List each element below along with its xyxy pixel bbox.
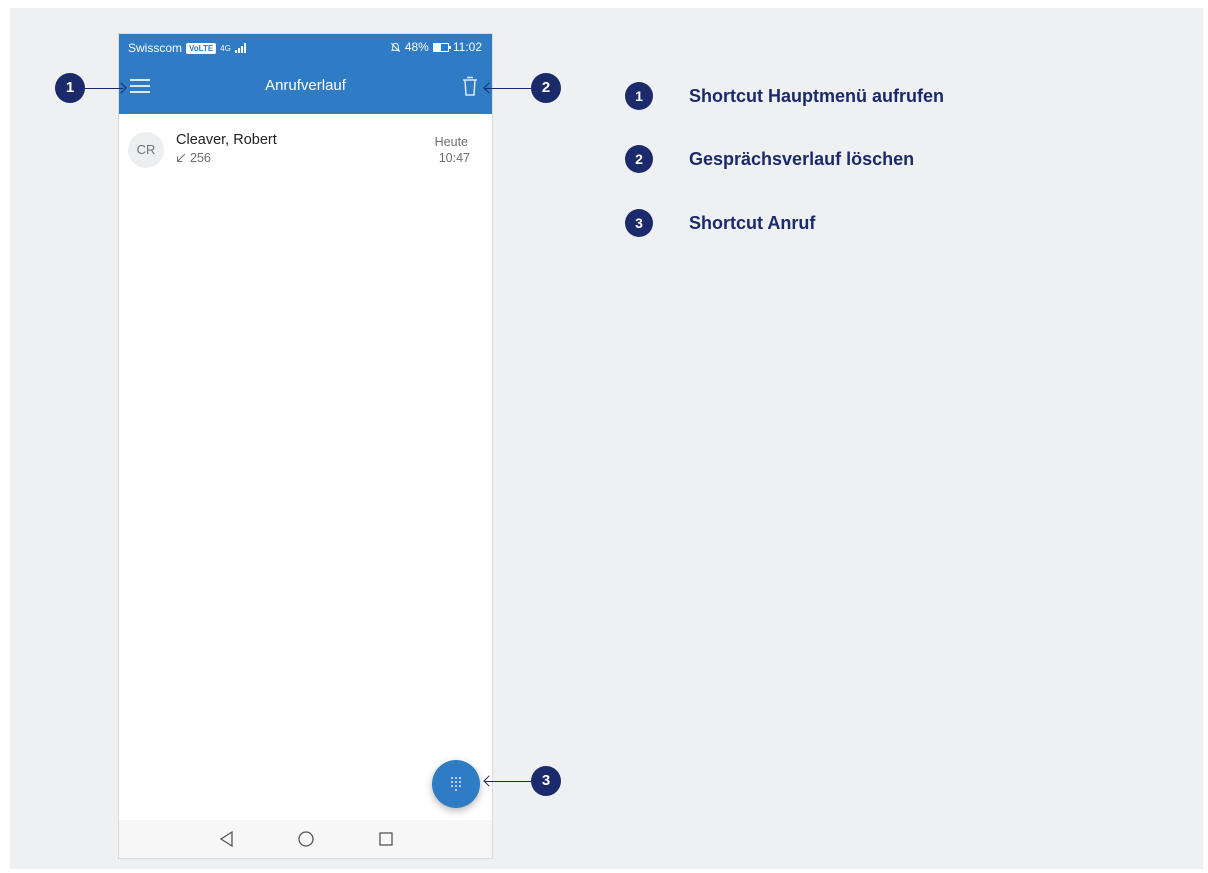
android-nav-bar: [119, 820, 492, 858]
legend-label-3: Shortcut Anruf: [689, 212, 816, 233]
trash-icon[interactable]: [460, 74, 480, 98]
incoming-call-arrow-icon: [177, 153, 186, 162]
legend-badge-1: 1: [625, 82, 653, 110]
legend-label-2: Gesprächsverlauf löschen: [689, 148, 915, 169]
call-day: Heute: [434, 135, 468, 149]
legend-item-2: 2 Gesprächsverlauf löschen: [625, 145, 914, 173]
home-icon[interactable]: [296, 829, 316, 849]
dialpad-fab-button[interactable]: [432, 760, 480, 808]
app-bar: Anrufverlauf: [119, 60, 492, 114]
status-left: Swisscom VoLTE 4G: [128, 41, 246, 55]
back-icon[interactable]: [217, 829, 237, 849]
callout-badge-1: 1: [55, 73, 85, 103]
contact-name: Cleaver, Robert: [176, 132, 277, 148]
callout-badge-2: 2: [531, 73, 561, 103]
battery-percent: 48%: [404, 40, 429, 54]
recents-icon[interactable]: [376, 829, 396, 849]
clock: 11:02: [452, 40, 482, 54]
phone-screen: Swisscom VoLTE 4G 48% 11:02 Anrufverlauf: [118, 33, 493, 859]
page-title: Anrufverlauf: [265, 77, 346, 94]
signal-icon: [234, 43, 246, 53]
dialpad-icon: [451, 777, 461, 791]
legend-item-3: 3 Shortcut Anruf: [625, 209, 815, 237]
legend-label-1: Shortcut Hauptmenü aufrufen: [689, 85, 944, 106]
bell-muted-icon: [390, 42, 400, 52]
volte-badge: VoLTE: [186, 42, 217, 54]
legend-badge-2: 2: [625, 145, 653, 173]
callout-badge-3: 3: [531, 766, 561, 796]
call-history-item[interactable]: CR Cleaver, Robert 256 Heute 10:47: [119, 114, 492, 174]
battery-icon: [432, 42, 451, 52]
avatar: CR: [128, 132, 164, 168]
call-time: 10:47: [438, 151, 470, 165]
legend-item-1: 1 Shortcut Hauptmenü aufrufen: [625, 82, 944, 110]
carrier-label: Swisscom: [128, 41, 183, 55]
call-details: 256: [176, 151, 211, 165]
legend-badge-3: 3: [625, 209, 653, 237]
network-type: 4G: [220, 43, 231, 53]
status-right: 48% 11:02: [390, 40, 482, 54]
status-bar: Swisscom VoLTE 4G 48% 11:02: [119, 34, 492, 60]
call-number: 256: [190, 151, 211, 165]
